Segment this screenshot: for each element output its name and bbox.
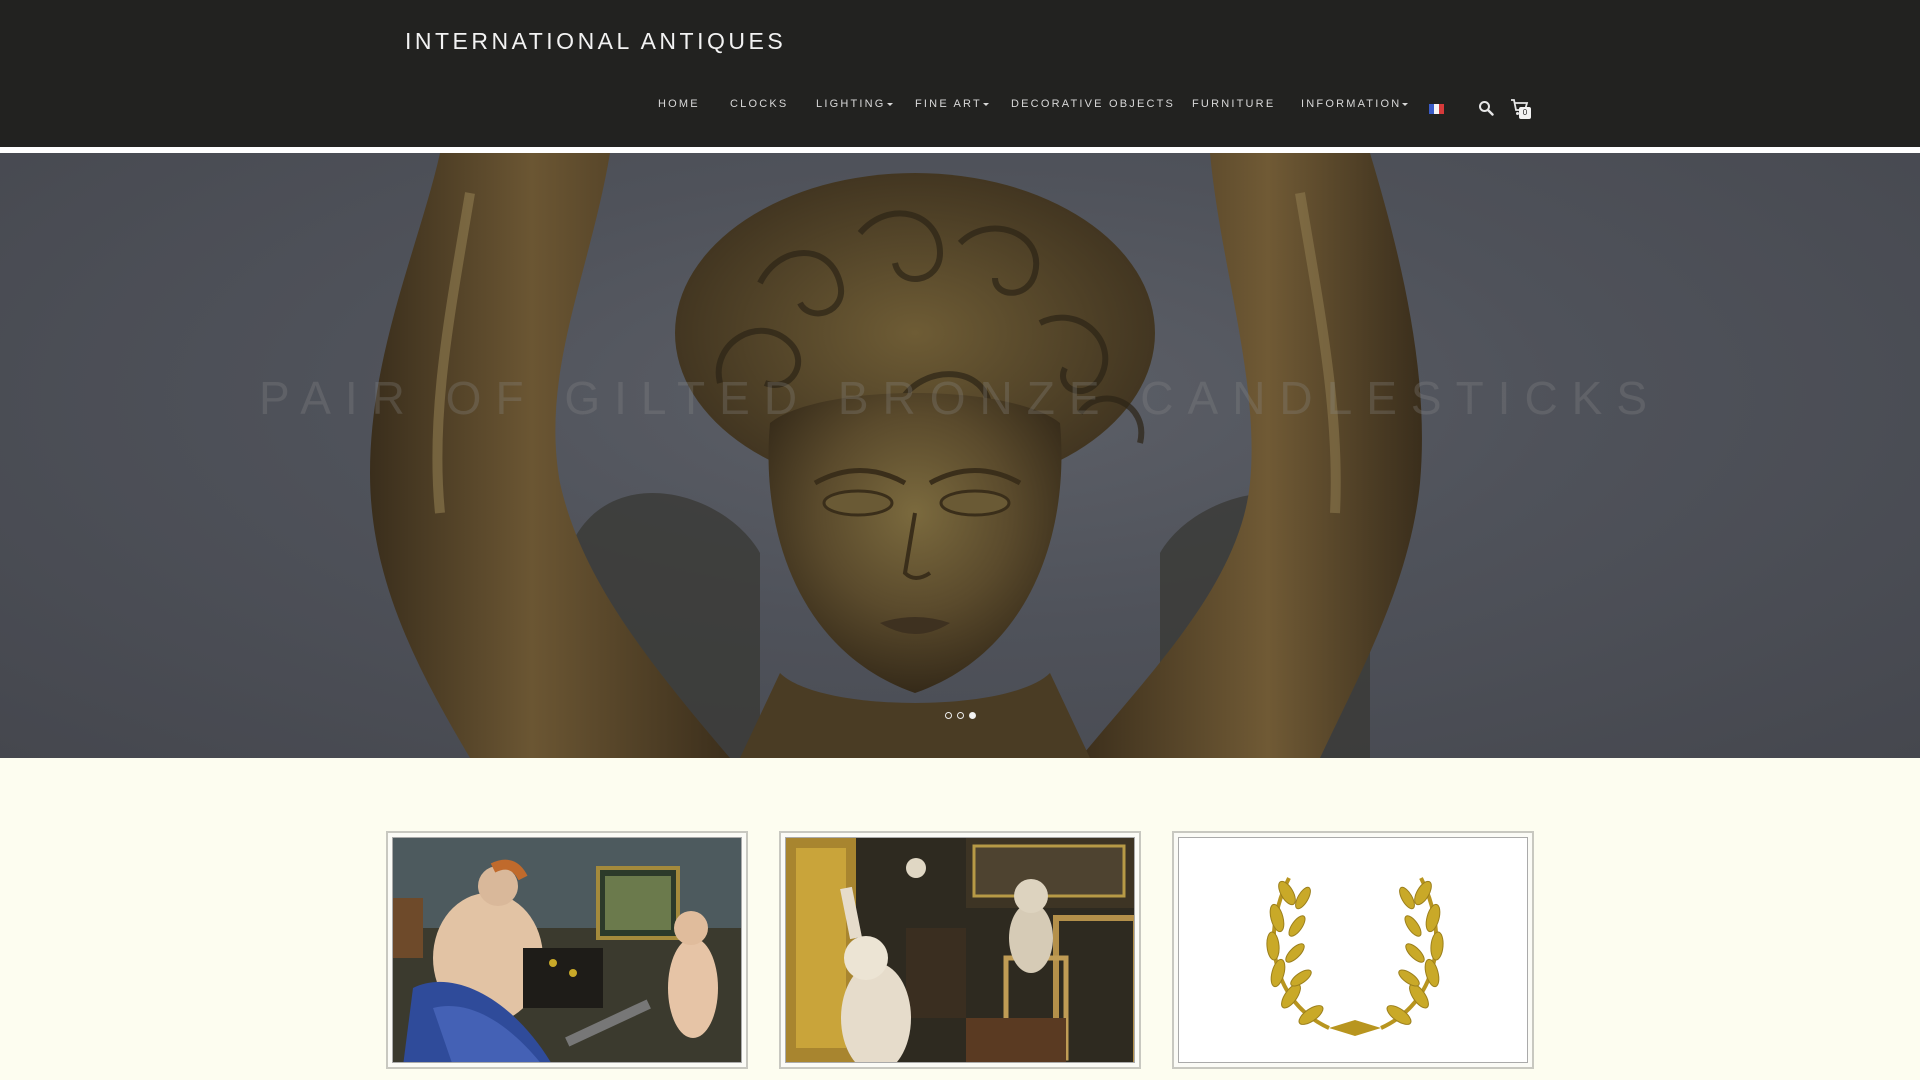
nav-item-label: CLOCKS [730,98,789,110]
nav-item-label: DECORATIVE OBJECTS [1011,98,1176,110]
laurel-wreath-icon [1266,877,1444,1036]
slider-dot-1[interactable] [945,712,952,719]
site-logo[interactable]: INTERNATIONAL ANTIQUES [405,28,786,55]
nav-item-furniture[interactable]: FURNITURE [1192,98,1275,110]
slider-dot-2[interactable] [957,712,964,719]
hero-caption[interactable]: PAIR OF GILTED BRONZE CANDLESTICKS [0,371,1920,425]
nav-item-label: FURNITURE [1192,98,1276,110]
nav-item-fine-art[interactable]: FINE ART [915,98,989,110]
nav-item-home[interactable]: HOME [658,98,700,110]
card-image-gallery [785,837,1135,1063]
nav-item-label: FINE ART [915,98,982,110]
card-image-laurel [1178,837,1528,1063]
gallery-image [786,838,1134,1062]
category-card-laurel[interactable] [1172,831,1534,1069]
category-card-painting[interactable] [386,831,748,1069]
caret-down-icon [1402,102,1409,106]
nav-item-clocks[interactable]: CLOCKS [730,98,788,110]
hero-slider[interactable]: PAIR OF GILTED BRONZE CANDLESTICKS [0,153,1920,758]
painting-image [393,838,741,1062]
nav-item-label: INFORMATION [1301,98,1402,110]
flag-fr-icon[interactable] [1429,104,1444,114]
cart-count-badge: 0 [1519,107,1531,119]
nav-item-lighting[interactable]: LIGHTING [816,98,893,110]
nav-item-label: HOME [658,98,700,110]
category-card-gallery[interactable] [779,831,1141,1069]
slider-dot-3-active[interactable] [969,712,976,719]
hero-image-bronze-cherub [370,153,1422,758]
slider-pagination [945,712,976,719]
nav-item-label: LIGHTING [816,98,886,110]
nav-item-information[interactable]: INFORMATION [1301,98,1409,110]
caret-down-icon [982,102,989,106]
nav-item-decorative-objects[interactable]: DECORATIVE OBJECTS [1011,98,1175,110]
card-image-painting [392,837,742,1063]
caret-down-icon [886,102,893,106]
site-header: INTERNATIONAL ANTIQUES HOME CLOCKS LIGHT… [0,0,1920,148]
search-icon[interactable] [1478,100,1494,116]
